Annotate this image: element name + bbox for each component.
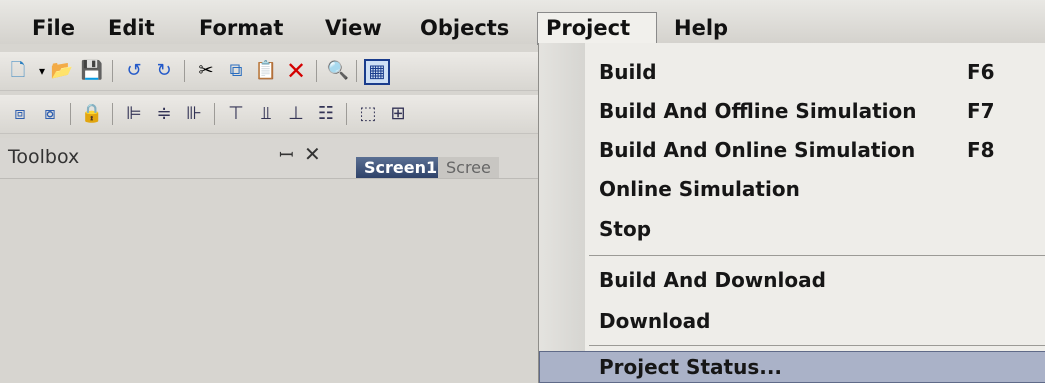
open-folder-icon[interactable]: 📂 [50,59,74,83]
menu-file[interactable]: File [24,13,83,43]
align-top-icon[interactable]: ⊤ [224,102,248,126]
undo-icon[interactable]: ↺ [122,59,146,83]
menu-bar: File Edit Format View Objects Project He… [0,0,1045,45]
menu-project[interactable]: Project [537,12,657,45]
paste-icon[interactable]: 📋 [254,59,278,83]
menu-objects[interactable]: Objects [412,13,517,43]
lock-icon[interactable]: 🔒 [80,102,104,126]
menu-item-build-online-simulation[interactable]: Build And Online Simulation [599,135,915,165]
menu-view[interactable]: View [317,13,390,43]
project-dropdown-menu: Build F6 Build And Offline Simulation F7… [538,43,1045,383]
menu-format[interactable]: Format [191,13,291,43]
toolbar-separator [112,60,113,82]
shortcut-build-offline-simulation: F7 [967,99,995,123]
menu-item-project-status[interactable]: Project Status... [599,352,782,382]
menu-item-stop[interactable]: Stop [599,214,651,244]
close-icon[interactable]: ✕ [304,142,321,166]
align-left-icon[interactable]: ⊫ [122,102,146,126]
toolbar-separator [356,60,357,82]
redo-icon[interactable]: ↻ [152,59,176,83]
menu-item-download[interactable]: Download [599,306,710,336]
menu-gutter [539,43,585,383]
menu-item-build-and-download[interactable]: Build And Download [599,265,826,295]
shortcut-build-online-simulation: F8 [967,138,995,162]
toolbox-title: Toolbox [8,146,80,168]
tab-screen2[interactable]: Scree [438,157,499,178]
align-bottom-icon[interactable]: ⊥ [284,102,308,126]
menu-edit[interactable]: Edit [100,13,163,43]
menu-separator [589,255,1045,256]
pin-icon[interactable]: ꟷ [279,143,294,167]
tab-screen1[interactable]: Screen1 [356,157,446,178]
layout-toolbar: ⧈ ⧇ 🔒 ⊫ ≑ ⊪ ⊤ ⫫ ⊥ ☷ ⬚ ⊞ [0,95,545,134]
align-center-icon[interactable]: ≑ [152,102,176,126]
toolbar-separator [316,60,317,82]
copy-icon[interactable]: ⧉ [224,59,248,83]
cut-icon[interactable]: ✂ [194,59,218,83]
save-icon[interactable]: 💾 [80,59,104,83]
distribute-icon[interactable]: ☷ [314,102,338,126]
delete-icon[interactable]: ✕ [284,59,308,83]
menu-item-online-simulation[interactable]: Online Simulation [599,174,800,204]
new-icon[interactable]: 🗋 [6,59,30,83]
toolbar-separator [112,103,113,125]
shortcut-build: F6 [967,60,995,84]
toolbox-panel-header: Toolbox ꟷ ✕ Screen1 Scree [0,138,545,179]
align-right-icon[interactable]: ⊪ [182,102,206,126]
order-icon[interactable]: ⊞ [386,102,410,126]
menu-item-build[interactable]: Build [599,57,657,87]
menu-item-build-offline-simulation[interactable]: Build And Offline Simulation [599,96,917,126]
toolbar-separator [214,103,215,125]
menu-help[interactable]: Help [666,13,736,43]
size-icon[interactable]: ⬚ [356,102,380,126]
ungroup-icon[interactable]: ⧇ [38,102,62,126]
group-icon[interactable]: ⧈ [8,102,32,126]
align-middle-icon[interactable]: ⫫ [254,102,278,126]
toolbar-separator [346,103,347,125]
grid-icon[interactable]: ▦ [364,59,390,85]
menu-separator [589,345,1045,346]
toolbar-separator [184,60,185,82]
find-icon[interactable]: 🔍 [326,59,350,83]
toolbar-separator [70,103,71,125]
standard-toolbar: 🗋 ▾ 📂 💾 ↺ ↻ ✂ ⧉ 📋 ✕ 🔍 ▦ [0,52,545,91]
